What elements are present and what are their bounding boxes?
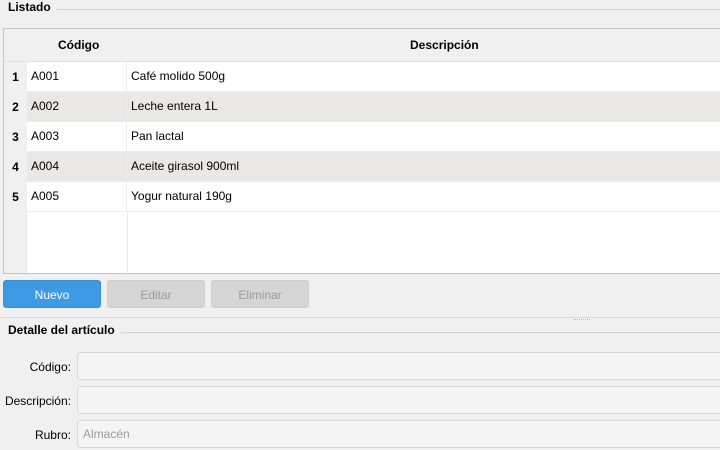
column-header-description[interactable]: Descripción [410,29,479,62]
delete-button[interactable]: Eliminar [211,280,309,308]
list-group-title: Listado [8,0,57,14]
cell-description[interactable]: Yogur natural 190g [128,182,232,211]
cell-description[interactable]: Leche entera 1L [128,92,218,121]
table-row[interactable]: 5 A005 Yogur natural 190g [4,182,720,212]
code-label: Código: [29,360,71,374]
cell-description[interactable]: Aceite girasol 900ml [128,152,239,181]
table-row[interactable]: 2 A002 Leche entera 1L [4,92,720,122]
table-header: Código Descripción [4,29,720,62]
split-pane-divider[interactable] [0,317,720,318]
cell-code[interactable]: A003 [27,122,127,151]
cell-code[interactable]: A002 [27,92,127,121]
row-number: 2 [4,92,27,122]
row-number: 3 [4,122,27,152]
description-field[interactable] [77,386,720,414]
split-pane-grip[interactable] [574,319,590,321]
list-group-line [8,9,720,10]
column-header-code[interactable]: Código [58,29,99,62]
table-row[interactable]: 3 A003 Pan lactal [4,122,720,152]
row-number: 1 [4,62,27,92]
category-field[interactable] [77,420,720,448]
cell-description[interactable]: Pan lactal [128,122,184,151]
items-table[interactable]: Código Descripción 1 A001 Café molido 500… [3,28,720,274]
code-field[interactable] [77,352,720,380]
table-row[interactable]: 1 A001 Café molido 500g [4,62,720,92]
detail-group-title: Detalle del artículo [8,323,121,337]
description-label: Descripción: [4,394,71,408]
edit-button[interactable]: Editar [107,280,205,308]
cell-code[interactable]: A004 [27,152,127,181]
category-label: Rubro: [34,428,71,442]
cell-code[interactable]: A001 [27,62,127,91]
cell-description[interactable]: Café molido 500g [128,62,225,91]
row-number: 4 [4,152,27,182]
row-number: 5 [4,182,27,212]
cell-code[interactable]: A005 [27,182,127,211]
table-row[interactable]: 4 A004 Aceite girasol 900ml [4,152,720,182]
new-button[interactable]: Nuevo [3,280,101,308]
